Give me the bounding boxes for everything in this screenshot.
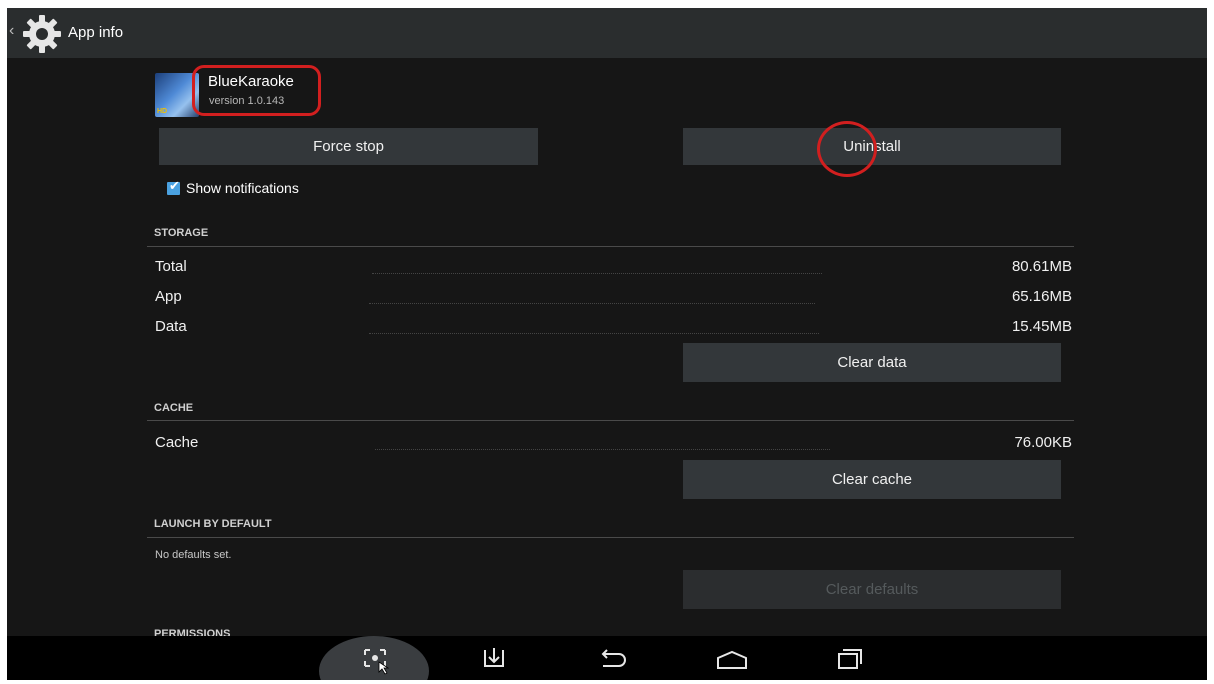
dotted-leader	[375, 449, 830, 450]
divider	[147, 420, 1074, 421]
action-bar: ‹ App info	[7, 8, 1207, 58]
back-icon[interactable]	[593, 640, 633, 676]
show-notifications-checkbox[interactable]: ✔	[167, 178, 180, 195]
storage-header: STORAGE	[154, 227, 209, 239]
force-stop-button[interactable]: Force stop	[159, 128, 538, 165]
no-defaults-text: No defaults set.	[155, 549, 232, 561]
page-title: App info	[68, 24, 124, 41]
storage-total-label: Total	[155, 258, 187, 275]
dotted-leader	[369, 303, 815, 304]
storage-data-label: Data	[155, 318, 187, 335]
download-icon[interactable]	[474, 640, 514, 676]
app-details: HD BlueKaraoke version 1.0.143 Force sto…	[7, 58, 1207, 640]
navigation-bar	[7, 636, 1207, 680]
annotation-circle	[817, 121, 877, 177]
launch-by-default-header: LAUNCH BY DEFAULT	[154, 518, 272, 530]
annotation-box	[192, 65, 321, 116]
recent-apps-icon[interactable]	[829, 640, 869, 676]
cache-label: Cache	[155, 434, 199, 451]
storage-app-value: 65.16MB	[1011, 288, 1072, 305]
dotted-leader	[372, 273, 822, 274]
dotted-leader	[369, 333, 819, 334]
divider	[147, 246, 1074, 247]
gear-icon[interactable]	[20, 12, 64, 56]
storage-data-value: 15.45MB	[1011, 318, 1072, 335]
clear-data-button[interactable]: Clear data	[683, 343, 1061, 382]
clear-defaults-button: Clear defaults	[683, 570, 1061, 609]
show-notifications-label: Show notifications	[186, 180, 299, 196]
storage-app-label: App	[155, 288, 182, 305]
cache-header: CACHE	[154, 402, 194, 414]
screenshot-icon[interactable]	[355, 640, 395, 676]
checkmark-icon: ✔	[169, 178, 180, 193]
chevron-left-icon[interactable]: ‹	[9, 22, 14, 40]
divider	[147, 537, 1074, 538]
clear-cache-button[interactable]: Clear cache	[683, 460, 1061, 499]
cache-value: 76.00KB	[1014, 434, 1072, 451]
storage-total-value: 80.61MB	[1011, 258, 1072, 275]
home-icon[interactable]	[712, 640, 752, 676]
app-info-screen: ‹ App info HD BlueKaraoke version 1.0.14…	[7, 8, 1207, 680]
